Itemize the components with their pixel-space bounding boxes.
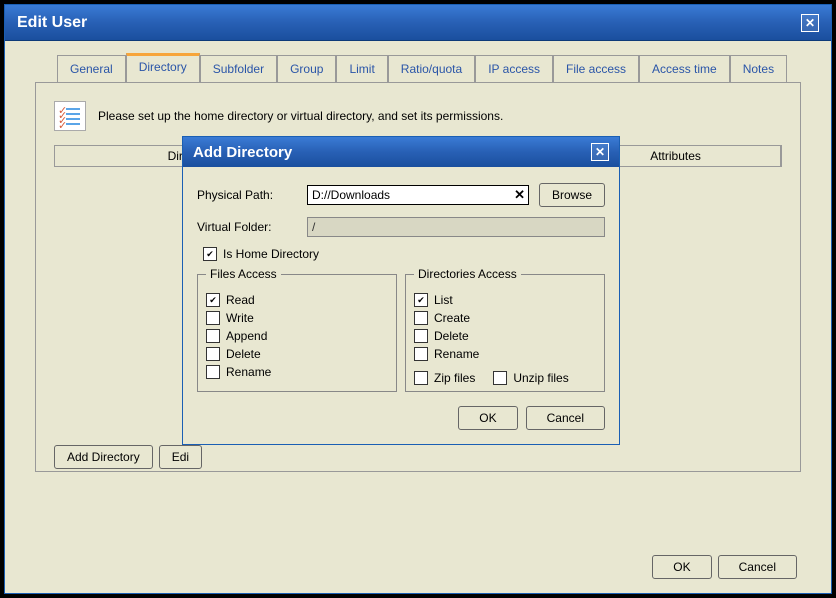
dialog-title: Add Directory (193, 144, 591, 161)
tab-ratio-quota[interactable]: Ratio/quota (388, 55, 475, 82)
dirs-delete-checkbox[interactable] (414, 329, 428, 343)
instruction-text: Please set up the home directory or virt… (98, 109, 503, 123)
tab-group[interactable]: Group (277, 55, 336, 82)
files-access-group: Files Access Read Write Append Delete Re… (197, 267, 397, 392)
tab-subfolder[interactable]: Subfolder (200, 55, 277, 82)
zip-files-checkbox[interactable] (414, 371, 428, 385)
tab-limit[interactable]: Limit (336, 55, 387, 82)
files-read-checkbox[interactable] (206, 293, 220, 307)
is-home-label: Is Home Directory (223, 247, 319, 261)
files-write-checkbox[interactable] (206, 311, 220, 325)
main-cancel-button[interactable]: Cancel (718, 555, 797, 579)
checklist-icon (54, 101, 86, 131)
files-rename-label: Rename (226, 365, 271, 379)
zip-files-label: Zip files (434, 371, 475, 385)
tab-access-time[interactable]: Access time (639, 55, 730, 82)
tab-ip-access[interactable]: IP access (475, 55, 553, 82)
close-icon[interactable]: ✕ (801, 14, 819, 32)
main-ok-button[interactable]: OK (652, 555, 711, 579)
dirs-rename-checkbox[interactable] (414, 347, 428, 361)
add-directory-button[interactable]: Add Directory (54, 445, 153, 469)
tab-strip: General Directory Subfolder Group Limit … (57, 53, 801, 82)
dirs-access-legend: Directories Access (414, 267, 521, 281)
main-titlebar: Edit User ✕ (5, 5, 831, 41)
tab-general[interactable]: General (57, 55, 126, 82)
tab-directory[interactable]: Directory (126, 53, 200, 82)
dirs-rename-label: Rename (434, 347, 479, 361)
dirs-create-checkbox[interactable] (414, 311, 428, 325)
files-read-label: Read (226, 293, 255, 307)
physical-path-label: Physical Path: (197, 188, 297, 202)
tab-file-access[interactable]: File access (553, 55, 639, 82)
is-home-checkbox[interactable] (203, 247, 217, 261)
add-directory-dialog: Add Directory ✕ Physical Path: ✕ Browse … (182, 136, 620, 445)
files-access-legend: Files Access (206, 267, 281, 281)
files-append-label: Append (226, 329, 267, 343)
browse-button[interactable]: Browse (539, 183, 605, 207)
dirs-access-group: Directories Access List Create Delete Re… (405, 267, 605, 392)
dialog-ok-button[interactable]: OK (458, 406, 517, 430)
virtual-folder-input: / (307, 217, 605, 237)
dirs-list-label: List (434, 293, 453, 307)
dirs-delete-label: Delete (434, 329, 469, 343)
tab-notes[interactable]: Notes (730, 55, 787, 82)
dirs-list-checkbox[interactable] (414, 293, 428, 307)
edit-directory-button[interactable]: Edi (159, 445, 202, 469)
dialog-titlebar: Add Directory ✕ (183, 137, 619, 167)
files-write-label: Write (226, 311, 254, 325)
main-button-row: OK Cancel (652, 555, 797, 579)
dirs-create-label: Create (434, 311, 470, 325)
physical-path-input[interactable] (307, 185, 529, 205)
dialog-close-icon[interactable]: ✕ (591, 143, 609, 161)
main-title: Edit User (17, 14, 801, 32)
files-append-checkbox[interactable] (206, 329, 220, 343)
virtual-folder-label: Virtual Folder: (197, 220, 297, 234)
unzip-files-label: Unzip files (513, 371, 568, 385)
clear-input-icon[interactable]: ✕ (514, 187, 525, 203)
instruction-row: Please set up the home directory or virt… (54, 101, 782, 131)
files-delete-checkbox[interactable] (206, 347, 220, 361)
unzip-files-checkbox[interactable] (493, 371, 507, 385)
files-delete-label: Delete (226, 347, 261, 361)
dialog-cancel-button[interactable]: Cancel (526, 406, 605, 430)
files-rename-checkbox[interactable] (206, 365, 220, 379)
